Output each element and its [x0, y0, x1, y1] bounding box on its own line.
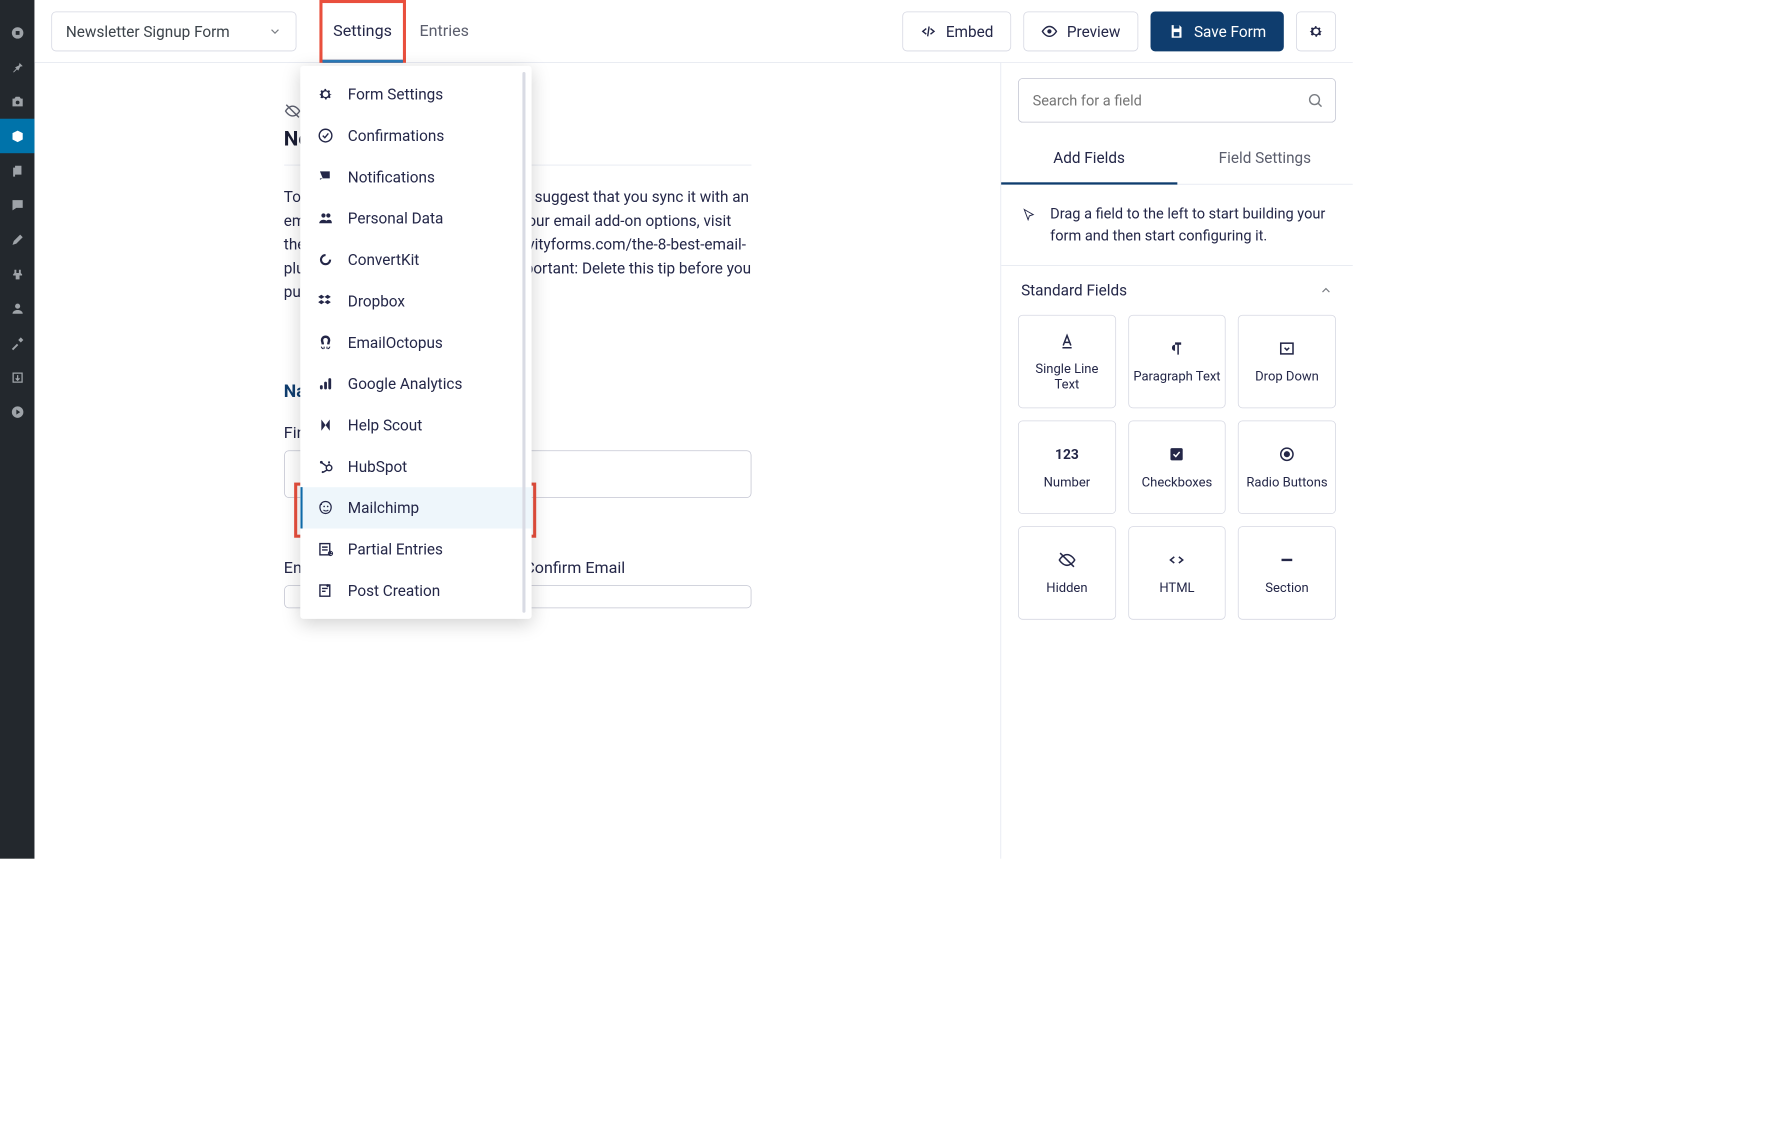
settings-item-mailchimp[interactable]: Mailchimp: [300, 487, 531, 528]
field-card-radio-buttons[interactable]: Radio Buttons: [1238, 421, 1336, 514]
field-sidebar: Add Fields Field Settings Drag a field t…: [1000, 63, 1352, 859]
gear-icon: [1308, 23, 1325, 40]
settings-dropdown: Form SettingsConfirmationsNotificationsP…: [300, 66, 531, 619]
preview-button[interactable]: Preview: [1023, 11, 1138, 51]
standard-fields-header[interactable]: Standard Fields: [1001, 266, 1353, 315]
gravityforms-icon[interactable]: [0, 119, 34, 153]
dropbox-icon: [316, 291, 336, 311]
form-switcher[interactable]: Newsletter Signup Form: [51, 11, 296, 51]
form-switcher-label: Newsletter Signup Form: [66, 22, 230, 40]
field-card-html[interactable]: HTML: [1128, 526, 1226, 619]
field-card-number[interactable]: 123Number: [1018, 421, 1116, 514]
plugins-icon[interactable]: [0, 257, 34, 291]
settings-item-post-creation[interactable]: Post Creation: [300, 570, 531, 611]
confirm-email-label: Confirm Email: [524, 559, 751, 577]
eye-off-icon: [284, 102, 301, 119]
confirm-email-input[interactable]: [524, 585, 751, 608]
users-icon[interactable]: [0, 291, 34, 325]
form-settings-icon: [316, 84, 336, 104]
right-tabs: Add Fields Field Settings: [1001, 132, 1353, 185]
google-analytics-icon: [316, 374, 336, 394]
convertkit-icon: [316, 250, 336, 270]
settings-item-dropbox[interactable]: Dropbox: [300, 280, 531, 321]
partial-entries-icon: [316, 539, 336, 559]
confirmations-icon: [316, 126, 336, 146]
cursor-icon: [1021, 206, 1036, 224]
field-search-input[interactable]: [1018, 78, 1336, 122]
notifications-icon: [316, 167, 336, 187]
tools-icon[interactable]: [0, 326, 34, 360]
radio-buttons-icon: [1278, 444, 1296, 464]
field-card-hidden[interactable]: Hidden: [1018, 526, 1116, 619]
field-card-checkboxes[interactable]: Checkboxes: [1128, 421, 1226, 514]
import-export-icon[interactable]: [0, 360, 34, 394]
tab-field-settings[interactable]: Field Settings: [1177, 132, 1353, 184]
settings-item-convertkit[interactable]: ConvertKit: [300, 239, 531, 280]
drag-hint: Drag a field to the left to start buildi…: [1001, 185, 1353, 266]
editor-topbar: Newsletter Signup Form Settings Entries …: [34, 0, 1352, 63]
settings-item-google-analytics[interactable]: Google Analytics: [300, 363, 531, 404]
field-card-single-line-text[interactable]: Single Line Text: [1018, 315, 1116, 408]
post-creation-icon: [316, 581, 336, 601]
checkboxes-icon: [1168, 444, 1186, 464]
settings-item-partial-entries[interactable]: Partial Entries: [300, 529, 531, 570]
help-scout-icon: [316, 415, 336, 435]
drop-down-icon: [1278, 339, 1296, 359]
appearance-icon[interactable]: [0, 222, 34, 256]
tab-settings[interactable]: Settings: [319, 0, 405, 62]
tab-add-fields[interactable]: Add Fields: [1001, 132, 1177, 184]
single-line-text-icon: [1058, 331, 1076, 351]
field-search: [1018, 78, 1336, 122]
embed-button[interactable]: Embed: [902, 11, 1011, 51]
settings-item-hubspot[interactable]: HubSpot: [300, 446, 531, 487]
form-settings-gear-button[interactable]: [1296, 11, 1336, 51]
field-card-paragraph-text[interactable]: Paragraph Text: [1128, 315, 1226, 408]
field-card-drop-down[interactable]: Drop Down: [1238, 315, 1336, 408]
html-icon: [1168, 550, 1186, 570]
play-icon[interactable]: [0, 394, 34, 428]
tab-entries[interactable]: Entries: [406, 0, 483, 62]
section-icon: [1278, 550, 1296, 570]
personal-data-icon: [316, 208, 336, 228]
field-card-section[interactable]: Section: [1238, 526, 1336, 619]
number-icon: 123: [1055, 444, 1079, 464]
emailoctopus-icon: [316, 332, 336, 352]
settings-item-form-settings[interactable]: Form Settings: [300, 74, 531, 115]
pin-icon[interactable]: [0, 50, 34, 84]
settings-item-help-scout[interactable]: Help Scout: [300, 404, 531, 445]
dashboard-icon[interactable]: [0, 15, 34, 49]
eye-icon: [1041, 23, 1058, 40]
media-icon[interactable]: [0, 84, 34, 118]
hidden-icon: [1058, 550, 1076, 570]
code-icon: [920, 23, 937, 40]
save-form-button[interactable]: Save Form: [1150, 11, 1284, 51]
search-icon: [1307, 92, 1324, 109]
settings-item-notifications[interactable]: Notifications: [300, 156, 531, 197]
chevron-down-icon: [268, 24, 282, 38]
mailchimp-icon: [316, 498, 336, 518]
save-icon: [1168, 23, 1185, 40]
hubspot-icon: [316, 457, 336, 477]
wp-admin-sidebar: [0, 0, 34, 859]
chevron-up-icon: [1319, 283, 1333, 297]
comments-icon[interactable]: [0, 188, 34, 222]
standard-fields-grid: Single Line TextParagraph TextDrop Down 1…: [1001, 315, 1353, 637]
settings-item-personal-data[interactable]: Personal Data: [300, 198, 531, 239]
paragraph-text-icon: [1168, 339, 1186, 359]
top-tabs: Settings Entries: [319, 0, 482, 62]
settings-item-confirmations[interactable]: Confirmations: [300, 115, 531, 156]
settings-item-emailoctopus[interactable]: EmailOctopus: [300, 322, 531, 363]
pages-icon[interactable]: [0, 153, 34, 187]
